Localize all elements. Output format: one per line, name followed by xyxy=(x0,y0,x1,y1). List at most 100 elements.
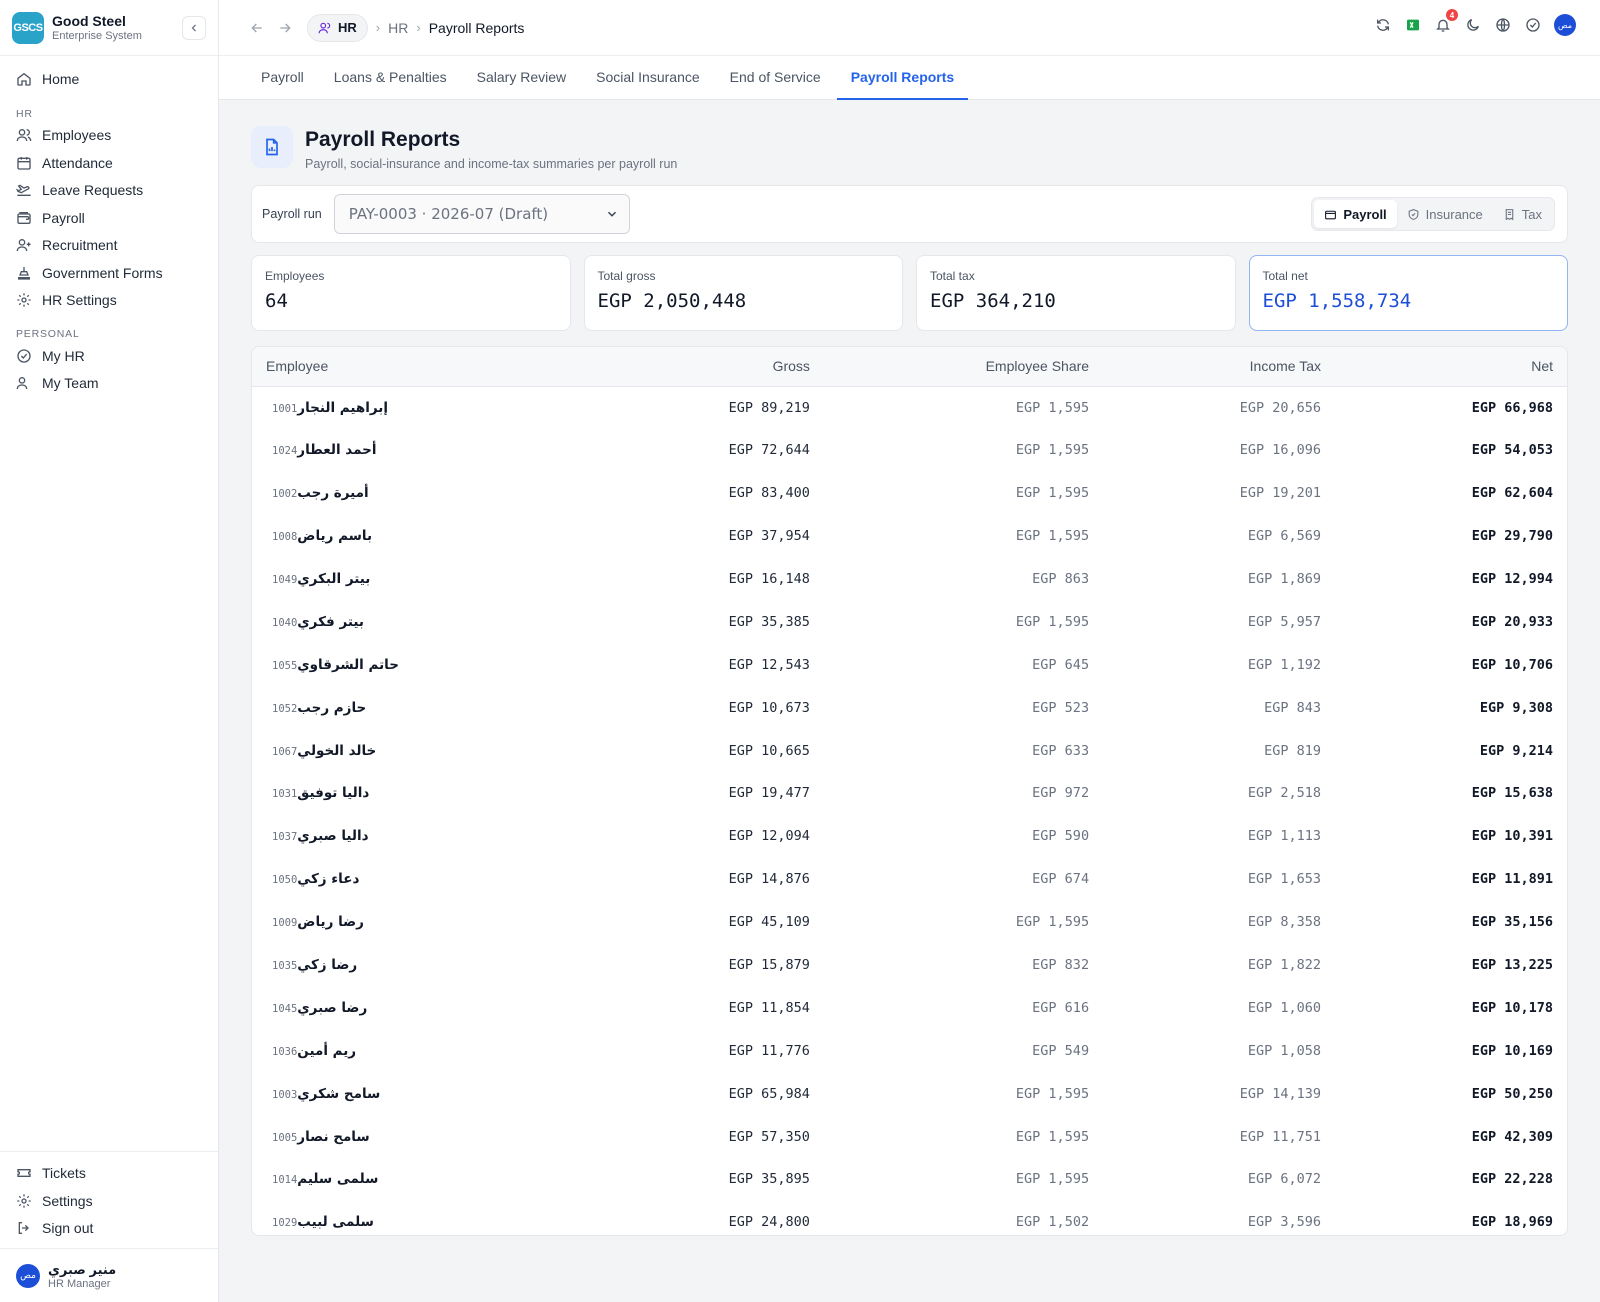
column-header-gross[interactable]: Gross xyxy=(592,347,824,386)
table-row[interactable]: 1003سامح شكري EGP 65,984 EGP 1,595 EGP 14,1… xyxy=(252,1072,1567,1115)
stats-row: Employees 64 Total gross EGP 2,050,448 T… xyxy=(251,255,1568,331)
cell-gross: EGP 19,477 xyxy=(728,785,810,802)
tab-payroll[interactable]: Payroll xyxy=(247,69,318,99)
employee-id: 1014 xyxy=(272,1174,298,1187)
employee-id: 1031 xyxy=(272,788,298,801)
breadcrumb-hr[interactable]: HR xyxy=(388,20,408,36)
sidebar-item-attendance[interactable]: Attendance xyxy=(0,149,218,177)
sidebar-item-my-hr[interactable]: My HR xyxy=(0,342,218,370)
check-circle-icon[interactable] xyxy=(1524,16,1542,34)
sidebar-item-government-forms[interactable]: Government Forms xyxy=(0,259,218,287)
cell-employee: 1037داليا صبري xyxy=(252,815,592,858)
segment-insurance[interactable]: Insurance xyxy=(1397,200,1493,228)
table-row[interactable]: 1031داليا توفيق EGP 19,477 EGP 972 EGP 2,51… xyxy=(252,772,1567,815)
employee-name: سامح شكري xyxy=(297,1085,381,1102)
table-row[interactable]: 1055حاتم الشرقاوي EGP 12,543 EGP 645 EGP 1,… xyxy=(252,643,1567,686)
table-row[interactable]: 1001إبراهيم النجار EGP 89,219 EGP 1,595 EGP… xyxy=(252,386,1567,429)
moon-icon[interactable] xyxy=(1464,16,1482,34)
forward-arrow-icon[interactable] xyxy=(275,18,295,38)
cell-gross: EGP 10,665 xyxy=(728,742,810,759)
brand-subtitle: Enterprise System xyxy=(52,30,142,42)
table-row[interactable]: 1009رضا رياض EGP 45,109 EGP 1,595 EGP 8,358… xyxy=(252,901,1567,944)
cell-employee-share: EGP 972 xyxy=(1032,785,1090,802)
employee-name: سامح نصار xyxy=(297,1128,370,1145)
bell-icon[interactable]: 4 xyxy=(1434,9,1458,34)
tab-salary-review[interactable]: Salary Review xyxy=(463,69,580,99)
sidebar-item-my-team[interactable]: My Team xyxy=(0,370,218,398)
table-row[interactable]: 1036ريم أمين EGP 11,776 EGP 549 EGP 1,058 EG… xyxy=(252,1029,1567,1072)
user-profile[interactable]: مص منير صبري HR Manager xyxy=(0,1248,218,1302)
cell-gross: EGP 57,350 xyxy=(728,1128,810,1145)
employee-name: إبراهيم النجار xyxy=(297,399,388,416)
column-header-income-tax[interactable]: Income Tax xyxy=(1103,347,1335,386)
cell-net: EGP 15,638 xyxy=(1471,785,1553,802)
table-row[interactable]: 1035رضا زكي EGP 15,879 EGP 832 EGP 1,822 EGP… xyxy=(252,944,1567,987)
app-shell: GSCS Good Steel Enterprise System Home H… xyxy=(0,0,1600,1302)
sidebar-nav: Home HR Employees Attendance Leave Reque… xyxy=(0,56,218,1151)
cell-employee-share: EGP 1,502 xyxy=(1015,1214,1090,1231)
cell-employee: 1036ريم أمين xyxy=(252,1029,592,1072)
spreadsheet-icon[interactable] xyxy=(1404,16,1422,34)
table-row[interactable]: 1050دعاء زكي EGP 14,876 EGP 674 EGP 1,653 EG… xyxy=(252,858,1567,901)
table-row[interactable]: 1029سلمى لبيب EGP 24,800 EGP 1,502 EGP 3,59… xyxy=(252,1201,1567,1235)
users-icon xyxy=(318,22,331,33)
top-icons: 4 مص xyxy=(1374,9,1576,36)
tab-social-insurance[interactable]: Social Insurance xyxy=(582,69,714,99)
payroll-run-select[interactable]: PAY-0003 · 2026-07 (Draft) xyxy=(333,194,630,234)
cell-net: EGP 42,309 xyxy=(1471,1128,1553,1145)
cell-gross: EGP 83,400 xyxy=(728,485,810,502)
segment-tax[interactable]: Tax xyxy=(1493,200,1552,228)
sidebar-item-tickets[interactable]: Tickets xyxy=(0,1160,218,1188)
refresh-icon[interactable] xyxy=(1374,16,1392,34)
table-row[interactable]: 1014سلمى سليم EGP 35,895 EGP 1,595 EGP 6,07… xyxy=(252,1158,1567,1201)
column-header-employee[interactable]: Employee xyxy=(252,347,592,386)
sidebar-item-label: Employees xyxy=(42,127,112,144)
sidebar-bottom: Tickets Settings Sign out xyxy=(0,1150,218,1249)
table-row[interactable]: 1052حازم رجب EGP 10,673 EGP 523 EGP 843 EGP … xyxy=(252,686,1567,729)
back-arrow-icon[interactable] xyxy=(247,18,267,38)
collapse-sidebar-button[interactable] xyxy=(182,16,206,40)
cell-income-tax: EGP 5,957 xyxy=(1247,613,1322,630)
cell-income-tax: EGP 20,656 xyxy=(1239,399,1322,416)
table-row[interactable]: 1005سامح نصار EGP 57,350 EGP 1,595 EGP 11,7… xyxy=(252,1115,1567,1158)
cell-net: EGP 29,790 xyxy=(1471,528,1553,545)
sidebar-item-employees[interactable]: Employees xyxy=(0,122,218,150)
cell-income-tax: EGP 1,822 xyxy=(1247,957,1322,974)
table-row[interactable]: 1049بيتر البكري EGP 16,148 EGP 863 EGP 1,86… xyxy=(252,558,1567,601)
table-row[interactable]: 1008باسم رياض EGP 37,954 EGP 1,595 EGP 6,56… xyxy=(252,515,1567,558)
column-header-net[interactable]: Net xyxy=(1335,347,1567,386)
sidebar-item-hr-settings[interactable]: HR Settings xyxy=(0,287,218,315)
tab-loans-penalties[interactable]: Loans & Penalties xyxy=(320,69,461,99)
table-row[interactable]: 1002أميرة رجب EGP 83,400 EGP 1,595 EGP 19,2… xyxy=(252,472,1567,515)
sidebar-item-home[interactable]: Home xyxy=(0,65,218,93)
sidebar-item-payroll[interactable]: Payroll xyxy=(0,204,218,232)
employee-name: بيتر البكري xyxy=(297,571,371,587)
tab-end-of-service[interactable]: End of Service xyxy=(716,69,835,99)
cell-income-tax: EGP 3,596 xyxy=(1247,1214,1322,1231)
employee-id: 1035 xyxy=(272,960,298,973)
sidebar-item-settings[interactable]: Settings xyxy=(0,1187,218,1215)
table-row[interactable]: 1024أحمد العطار EGP 72,644 EGP 1,595 EGP 16… xyxy=(252,429,1567,472)
cell-employee-share: EGP 1,595 xyxy=(1015,1085,1090,1102)
employee-name: سلمى سليم xyxy=(297,1171,379,1188)
cell-gross: EGP 11,776 xyxy=(728,1042,810,1059)
sidebar-item-recruitment[interactable]: Recruitment xyxy=(0,232,218,260)
tab-payroll-reports[interactable]: Payroll Reports xyxy=(836,69,969,100)
sidebar-item-label: Attendance xyxy=(42,154,113,171)
column-header-employee-share[interactable]: Employee Share xyxy=(824,347,1103,386)
table-row[interactable]: 1037داليا صبري EGP 12,094 EGP 590 EGP 1,113… xyxy=(252,815,1567,858)
globe-icon[interactable] xyxy=(1494,16,1512,34)
table-row[interactable]: 1045رضا صبري EGP 11,854 EGP 616 EGP 1,060 EG… xyxy=(252,986,1567,1029)
table-row[interactable]: 1040بيتر فكري EGP 35,385 EGP 1,595 EGP 5,95… xyxy=(252,600,1567,643)
sidebar-item-leave-requests[interactable]: Leave Requests xyxy=(0,177,218,205)
cell-employee: 1067خالد الخولي xyxy=(252,729,592,772)
employee-name: رضا زكي xyxy=(297,957,358,974)
module-pill[interactable]: HR xyxy=(307,13,368,42)
avatar[interactable]: مص xyxy=(1554,14,1576,36)
report-icon xyxy=(251,126,293,168)
table-row[interactable]: 1067خالد الخولي EGP 10,665 EGP 633 EGP 819 E… xyxy=(252,729,1567,772)
check-circle-icon xyxy=(16,348,32,364)
cell-income-tax: EGP 16,096 xyxy=(1239,442,1322,459)
sidebar-item-sign-out[interactable]: Sign out xyxy=(0,1215,218,1243)
segment-payroll[interactable]: Payroll xyxy=(1314,200,1397,228)
